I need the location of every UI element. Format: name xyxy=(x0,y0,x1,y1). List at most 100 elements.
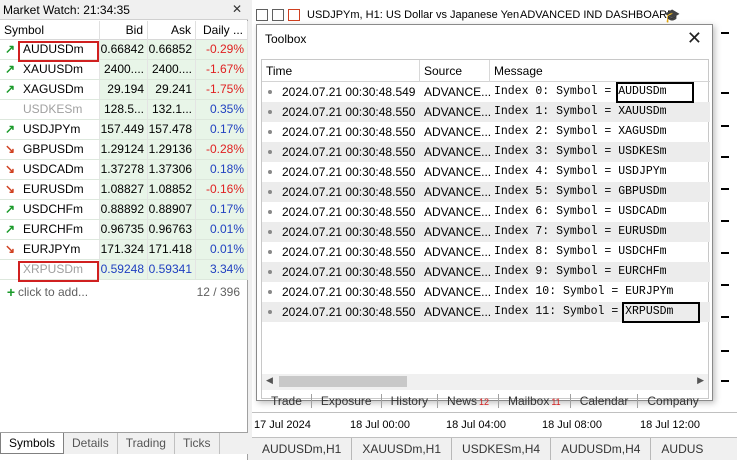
market-watch-rows: ↗ AUDUSDm 0.66842 0.66852 -0.29% ↗ XAUUSDm 2400… xyxy=(0,40,248,280)
journal-row[interactable]: 2024.07.21 00:30:48.550 ADVANCE... Index 1… xyxy=(262,102,710,122)
daily-change-cell: 0.17% xyxy=(196,120,248,139)
tab-symbols[interactable]: Symbols xyxy=(0,433,65,454)
daily-change-cell: -0.28% xyxy=(196,140,248,159)
market-watch-row[interactable]: ↗ USDJPYm 157.449 157.478 0.17% xyxy=(0,120,248,140)
tab-ticks[interactable]: Ticks xyxy=(175,433,220,454)
message-symbol: XAGUSDm xyxy=(618,125,667,138)
tab-calendar[interactable]: Calendar xyxy=(571,394,639,408)
bullet-icon xyxy=(268,90,272,94)
scrollbar-thumb[interactable] xyxy=(279,376,407,387)
time-text: 2024.07.21 00:30:48.549 xyxy=(282,85,416,99)
chart-menu-icon[interactable] xyxy=(256,9,268,21)
price-tick xyxy=(721,380,729,382)
market-watch-row[interactable]: USDKESm 128.5... 132.1... 0.35% xyxy=(0,100,248,120)
time-cell: 2024.07.21 00:30:48.550 xyxy=(262,162,420,182)
column-header-symbol[interactable]: Symbol xyxy=(0,21,100,40)
scroll-left-icon[interactable]: ◀ xyxy=(266,375,273,386)
market-watch-row[interactable]: ↘ USDCADm 1.37278 1.37306 0.18% xyxy=(0,160,248,180)
journal-row[interactable]: 2024.07.21 00:30:48.550 ADVANCE... Index 2… xyxy=(262,122,710,142)
symbol-cell: ↗ XAUUSDm xyxy=(0,60,100,79)
symbol-name: USDCADm xyxy=(23,162,84,176)
time-cell: 2024.07.21 00:30:48.550 xyxy=(262,102,420,122)
journal-row[interactable]: 2024.07.21 00:30:48.550 ADVANCE... Index 4… xyxy=(262,162,710,182)
market-watch-tabs: Symbols Details Trading Ticks xyxy=(0,432,248,454)
price-tick xyxy=(721,220,729,222)
tab-label: Trade xyxy=(271,394,302,408)
bullet-icon xyxy=(268,290,272,294)
tab-trade[interactable]: Trade xyxy=(262,394,312,408)
message-text: Index 5: Symbol = xyxy=(494,185,619,198)
tab-details[interactable]: Details xyxy=(64,433,118,454)
bid-cell: 157.449 xyxy=(100,120,148,139)
time-cell: 2024.07.21 00:30:48.549 xyxy=(262,82,420,102)
arrow-up-icon: ↗ xyxy=(5,62,16,76)
column-header-ask[interactable]: Ask xyxy=(148,21,196,40)
market-watch-row[interactable]: ↗ XAGUSDm 29.194 29.241 -1.75% xyxy=(0,80,248,100)
journal-row[interactable]: 2024.07.21 00:30:48.550 ADVANCE... Index 5… xyxy=(262,182,710,202)
tab-company[interactable]: Company xyxy=(638,394,707,408)
indicator-name: ADVANCED IND DASHBOARD xyxy=(520,9,676,21)
source-cell: ADVANCE... xyxy=(424,265,490,279)
time-text: 2024.07.21 00:30:48.550 xyxy=(282,305,416,319)
symbol-count: 12 / 396 xyxy=(196,285,240,299)
tab-news[interactable]: News 12 xyxy=(438,394,499,408)
message-text: Index 4: Symbol = xyxy=(494,165,619,178)
close-icon[interactable]: ✕ xyxy=(232,2,242,16)
arrow-down-icon: ↘ xyxy=(5,142,16,156)
message-symbol: USDCHFm xyxy=(618,245,667,258)
time-cell: 2024.07.21 00:30:48.550 xyxy=(262,222,420,242)
chart-tab[interactable]: AUDUS xyxy=(651,438,713,460)
column-header-bid[interactable]: Bid xyxy=(100,21,148,40)
add-symbol-row[interactable]: + click to add... 12 / 396 xyxy=(0,282,248,302)
column-header-time[interactable]: Time xyxy=(262,60,420,82)
time-text: 2024.07.21 00:30:48.550 xyxy=(282,145,416,159)
chart-tab[interactable]: USDKESm,H4 xyxy=(452,437,552,460)
time-cell: 2024.07.21 00:30:48.550 xyxy=(262,142,420,162)
daily-change-cell: 0.01% xyxy=(196,240,248,259)
price-tick xyxy=(721,188,729,190)
bid-cell: 1.08827 xyxy=(100,180,148,199)
market-watch-row[interactable]: ↘ EURJPYm 171.324 171.418 0.01% xyxy=(0,240,248,260)
message-cell: Index 9: Symbol = EURCHFm xyxy=(490,262,710,282)
chart-history-icon[interactable] xyxy=(272,9,284,21)
market-watch-row[interactable]: ↘ EURUSDm 1.08827 1.08852 -0.16% xyxy=(0,180,248,200)
journal-row[interactable]: 2024.07.21 00:30:48.550 ADVANCE... Index 1… xyxy=(262,282,710,302)
time-cell: 2024.07.21 00:30:48.550 xyxy=(262,262,420,282)
source-cell: ADVANCE... xyxy=(424,85,490,99)
journal-row[interactable]: 2024.07.21 00:30:48.550 ADVANCE... Index 3… xyxy=(262,142,710,162)
horizontal-scrollbar[interactable]: ◀ ▶ xyxy=(262,374,708,390)
market-watch-row[interactable]: ↘ GBPUSDm 1.29124 1.29136 -0.28% xyxy=(0,140,248,160)
toolbox-title: Toolbox xyxy=(265,32,307,46)
journal-row[interactable]: 2024.07.21 00:30:48.550 ADVANCE... Index 9… xyxy=(262,262,710,282)
market-watch-header: Symbol Bid Ask Daily ... xyxy=(0,21,248,40)
chart-tab[interactable]: AUDUSDm,H4 xyxy=(551,437,652,460)
column-header-message[interactable]: Message xyxy=(490,60,710,82)
symbol-name: GBPUSDm xyxy=(23,142,84,156)
scroll-right-icon[interactable]: ▶ xyxy=(697,375,704,386)
column-header-daily[interactable]: Daily ... xyxy=(196,21,248,40)
chart-indicator-icon[interactable] xyxy=(288,9,300,21)
tab-mailbox[interactable]: Mailbox 11 xyxy=(499,394,571,408)
daily-change-cell: 0.01% xyxy=(196,220,248,239)
journal-row[interactable]: 2024.07.21 00:30:48.550 ADVANCE... Index 7… xyxy=(262,222,710,242)
message-cell: Index 1: Symbol = XAUUSDm xyxy=(490,102,710,122)
journal-row[interactable]: 2024.07.21 00:30:48.550 ADVANCE... Index 8… xyxy=(262,242,710,262)
tab-label: Mailbox xyxy=(507,394,550,408)
market-watch-row[interactable]: ↗ XAUUSDm 2400.... 2400.... -1.67% xyxy=(0,60,248,80)
ask-cell: 29.241 xyxy=(148,80,196,99)
source-cell: ADVANCE... xyxy=(424,285,490,299)
market-watch-row[interactable]: ↗ EURCHFm 0.96735 0.96763 0.01% xyxy=(0,220,248,240)
time-cell: 2024.07.21 00:30:48.550 xyxy=(262,302,420,322)
tab-history[interactable]: History xyxy=(382,394,438,408)
column-header-source[interactable]: Source xyxy=(420,60,490,82)
tab-exposure[interactable]: Exposure xyxy=(312,394,382,408)
market-watch-row[interactable]: ↗ USDCHFm 0.88892 0.88907 0.17% xyxy=(0,200,248,220)
close-icon[interactable]: ✕ xyxy=(687,28,702,49)
journal-row[interactable]: 2024.07.21 00:30:48.550 ADVANCE... Index 6… xyxy=(262,202,710,222)
arrow-up-icon: ↗ xyxy=(5,222,16,236)
ask-cell: 0.66852 xyxy=(148,40,196,59)
ask-cell: 0.59341 xyxy=(148,260,196,279)
chart-tab[interactable]: AUDUSDm,H1 xyxy=(252,437,353,460)
tab-trading[interactable]: Trading xyxy=(118,433,175,454)
chart-tab[interactable]: XAUUSDm,H1 xyxy=(352,437,453,460)
